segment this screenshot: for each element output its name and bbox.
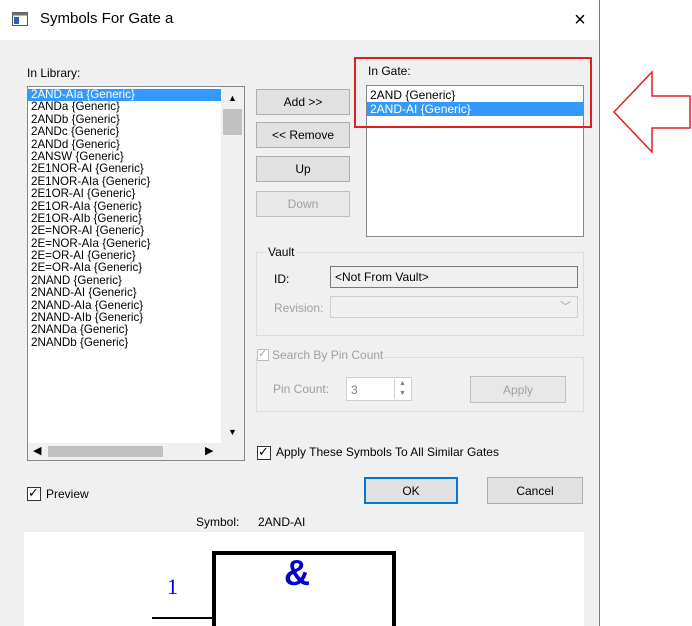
library-horizontal-scrollbar[interactable]: ◀ ▶ — [28, 443, 221, 460]
search-by-pin-count-checkbox[interactable]: ✓ — [257, 348, 269, 361]
down-button[interactable]: Down — [256, 191, 350, 217]
in-library-label: In Library: — [27, 66, 81, 80]
stepper-arrows[interactable]: ▲ ▼ — [394, 379, 410, 399]
up-button[interactable]: Up — [256, 156, 350, 182]
library-list-item[interactable]: 2NANDb {Generic} — [28, 336, 221, 349]
cancel-button[interactable]: Cancel — [487, 477, 583, 504]
library-list-item[interactable]: 2ANDc {Generic} — [28, 125, 221, 138]
revision-label: Revision: — [274, 301, 324, 315]
pin-number: 1 — [167, 574, 178, 599]
scroll-up-icon[interactable]: ▲ — [228, 93, 237, 103]
title-bar: Symbols For Gate a × — [0, 0, 599, 40]
chevron-down-icon: ﹀ — [560, 301, 571, 313]
close-icon[interactable]: × — [566, 6, 594, 34]
pin-count-stepper[interactable]: 3 ▲ ▼ — [346, 377, 412, 401]
pin-count-value: 3 — [351, 383, 358, 397]
library-list-item[interactable]: 2E=OR-AIa {Generic} — [28, 262, 221, 275]
checkmark-icon: ✓ — [28, 485, 39, 500]
vault-group — [256, 252, 584, 336]
checkmark-icon: ✓ — [258, 348, 268, 360]
library-list-item[interactable]: 2NANDa {Generic} — [28, 324, 221, 337]
stepper-up-icon[interactable]: ▲ — [395, 379, 410, 389]
horizontal-scrollbar-thumb[interactable] — [48, 446, 163, 457]
gate-function-glyph: & — [284, 552, 310, 593]
scrollbar-corner — [221, 443, 244, 460]
symbol-value: 2AND-AI — [258, 515, 306, 529]
add-button[interactable]: Add >> — [256, 89, 350, 115]
scroll-left-icon[interactable]: ◀ — [33, 444, 41, 457]
pin-count-label: Pin Count: — [273, 382, 330, 396]
apply-button[interactable]: Apply — [470, 376, 566, 403]
vault-id-field: <Not From Vault> — [330, 266, 578, 288]
library-list-item[interactable]: 2E=NOR-AI {Generic} — [28, 224, 221, 237]
ok-button[interactable]: OK — [364, 477, 458, 504]
annotation-arrow-icon — [612, 70, 691, 154]
annotation-highlight-box — [354, 57, 592, 128]
library-list-item[interactable]: 2E1NOR-AI {Generic} — [28, 162, 221, 175]
apply-all-label: Apply These Symbols To All Similar Gates — [276, 445, 499, 459]
library-vertical-scrollbar[interactable]: ▲ ▼ — [221, 87, 244, 443]
preview-checkbox[interactable]: ✓ — [27, 485, 41, 501]
library-list-item[interactable]: 2NAND-AI {Generic} — [28, 286, 221, 299]
remove-button[interactable]: << Remove — [256, 122, 350, 148]
symbol-label: Symbol: — [196, 515, 240, 529]
library-list-item[interactable]: 2ANDa {Generic} — [28, 100, 221, 113]
stepper-down-icon[interactable]: ▼ — [395, 389, 410, 399]
scrollbar-thumb[interactable] — [223, 109, 242, 135]
search-caption-wrap: ✓ Search By Pin Count — [257, 348, 386, 362]
vault-id-label: ID: — [274, 272, 290, 286]
scroll-down-icon[interactable]: ▼ — [228, 427, 237, 437]
library-listbox[interactable]: 2AND-AIa {Generic} 2ANDa {Generic} 2ANDb {… — [27, 86, 245, 461]
library-list: 2AND-AIa {Generic} 2ANDa {Generic} 2ANDb {… — [28, 88, 221, 349]
window-title: Symbols For Gate a — [40, 10, 174, 27]
app-window-icon — [12, 12, 28, 26]
vault-caption: Vault — [266, 245, 297, 259]
checkmark-icon: ✓ — [258, 444, 269, 459]
symbol-preview: 1 & — [24, 532, 584, 626]
search-by-pin-count-label: Search By Pin Count — [272, 348, 384, 362]
preview-label: Preview — [46, 487, 89, 501]
revision-dropdown[interactable]: ﹀ — [330, 296, 578, 318]
library-list-item[interactable]: 2E1OR-AI {Generic} — [28, 187, 221, 200]
scroll-right-icon[interactable]: ▶ — [205, 444, 213, 457]
apply-all-checkbox[interactable]: ✓ — [257, 444, 271, 460]
